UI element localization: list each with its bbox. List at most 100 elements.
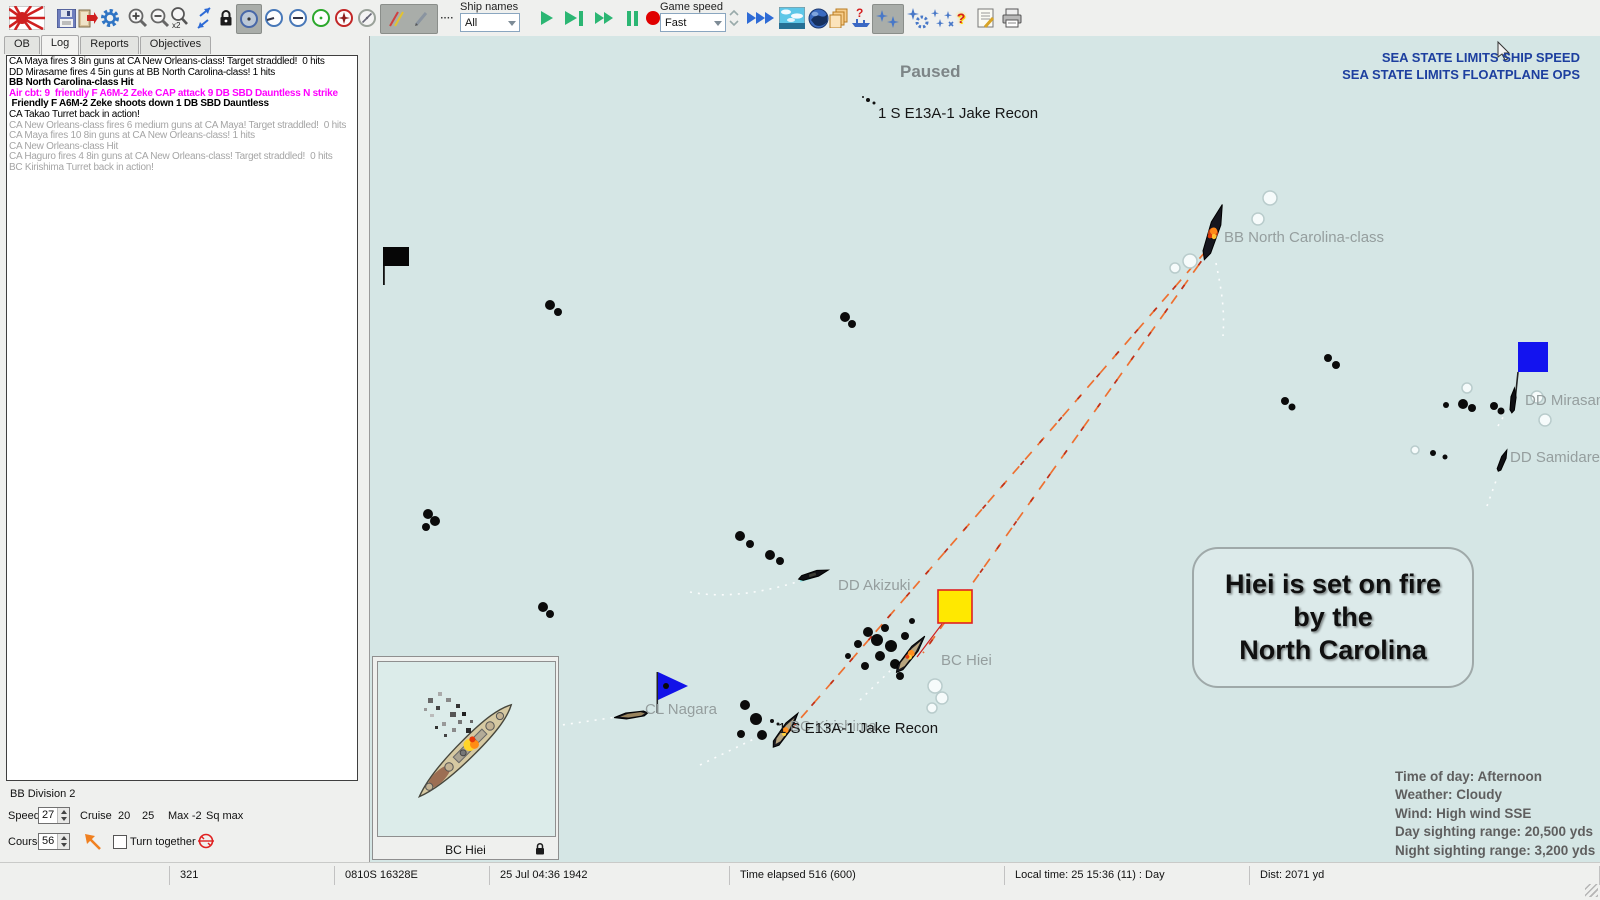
- game-window: x2: [0, 0, 1600, 900]
- weather-icon[interactable]: [778, 4, 806, 32]
- tactical-map[interactable]: Paused SEA STATE LIMITS SHIP SPEED SEA S…: [370, 36, 1600, 862]
- turn-together-checkbox[interactable]: [113, 835, 127, 849]
- status-segment: 25 Jul 04:36 1942: [490, 866, 730, 885]
- ship-label[interactable]: DD Samidare: [1510, 449, 1600, 466]
- ship-label[interactable]: BC Hiei: [941, 652, 992, 669]
- cruise-label: Cruise: [80, 810, 112, 822]
- recon-unit-label[interactable]: 1 S E13A-1 Jake Recon: [878, 105, 1038, 122]
- ship-detail-picture: [377, 661, 556, 837]
- target-square[interactable]: [938, 590, 972, 623]
- view-circle-bearing-icon[interactable]: [262, 4, 286, 32]
- ship-label[interactable]: DD Akizuki: [838, 577, 911, 594]
- hiei-smoke: [424, 692, 473, 737]
- ship-id-help-icon[interactable]: ?: [849, 4, 873, 32]
- settings-gear-icon[interactable]: [98, 4, 122, 32]
- svg-text:?: ?: [856, 6, 863, 20]
- view-circle-green-icon[interactable]: [309, 4, 333, 32]
- speed-label: Speed: [8, 810, 40, 822]
- split-arrows-icon[interactable]: [192, 4, 216, 32]
- resize-grip[interactable]: [1585, 884, 1598, 897]
- division-panel: BB Division 2 Speed 27 Cruise 20 25 Max …: [0, 783, 369, 862]
- lock-icon[interactable]: [214, 4, 238, 32]
- view-circle-compass-icon[interactable]: [355, 4, 379, 32]
- main-toolbar: x2: [0, 0, 1600, 37]
- ship-label[interactable]: DD Mirasame: [1525, 392, 1600, 409]
- black-flag[interactable]: [383, 247, 409, 285]
- log-entry: CA Takao Turret back in action!: [9, 110, 357, 121]
- status-segment: Local time: 25 15:36 (11) : Day: [1005, 866, 1250, 885]
- speed-up-button[interactable]: [58, 808, 69, 816]
- callout-line: by the: [1293, 601, 1373, 634]
- game-speed-dropdown[interactable]: Fast: [660, 13, 726, 32]
- target-reticle-icon[interactable]: [196, 831, 216, 851]
- tab-reports[interactable]: Reports: [80, 36, 139, 54]
- environment-line: Night sighting range: 3,200 yds: [1395, 842, 1595, 860]
- tab-log[interactable]: Log: [41, 35, 79, 55]
- print-icon[interactable]: [1000, 4, 1024, 32]
- japanese-ensign-icon: [8, 4, 46, 32]
- air-panel-icon[interactable]: [872, 4, 904, 34]
- lock-icon[interactable]: [534, 842, 546, 856]
- globe-icon[interactable]: [806, 4, 830, 32]
- status-segment: 321: [170, 866, 335, 885]
- ship-dd-akizuki[interactable]: [798, 567, 829, 582]
- course-up-button[interactable]: [58, 834, 69, 842]
- course-down-button[interactable]: [58, 842, 69, 850]
- game-speed-label: Game speed: [660, 1, 723, 13]
- play-interval-button[interactable]: [560, 4, 588, 32]
- turn-together-label: Turn together: [130, 836, 196, 848]
- status-segment: Time elapsed 516 (600): [730, 866, 1005, 885]
- speed-stepper[interactable]: 27: [38, 807, 70, 824]
- ship-names-value: All: [465, 17, 477, 29]
- log-entry: CA Maya fires 3 8in guns at CA New Orlea…: [9, 57, 357, 68]
- course-value: 56: [39, 834, 57, 849]
- trail-dots-icon[interactable]: ····: [438, 4, 456, 32]
- save-icon[interactable]: [54, 4, 78, 32]
- combat-log[interactable]: CA Maya fires 3 8in guns at CA New Orlea…: [6, 55, 358, 781]
- fast-forward-button[interactable]: [590, 4, 618, 32]
- triple-fast-forward-button[interactable]: [744, 4, 776, 32]
- view-circle-air-icon[interactable]: [332, 4, 356, 32]
- recon-unit-label[interactable]: 1 S E13A-1 Jake Recon: [778, 720, 938, 737]
- chevron-down-icon: [508, 21, 516, 26]
- zoom-in-icon[interactable]: [126, 4, 150, 32]
- ship-detail-inset[interactable]: BC Hiei: [372, 656, 559, 860]
- ship-label[interactable]: CL Nagara: [645, 701, 717, 718]
- air-ops-gear-icon[interactable]: [906, 4, 930, 32]
- exit-icon[interactable]: [76, 4, 100, 32]
- division-title: BB Division 2: [10, 788, 75, 800]
- torpedo-tracks-icon[interactable]: [385, 7, 409, 31]
- zoom-x2-icon[interactable]: x2: [168, 4, 192, 32]
- status-bar: 3210810S 16328E25 Jul 04:36 1942Time ela…: [0, 862, 1600, 900]
- recon-plane-marker[interactable]: [770, 96, 876, 726]
- ship-label[interactable]: BB North Carolina-class: [1224, 229, 1384, 246]
- notes-icon[interactable]: [974, 4, 998, 32]
- ship-bb-north-carolina[interactable]: [1200, 203, 1227, 261]
- status-segment: Dist: 2071 yd: [1250, 866, 1600, 885]
- ship-wakes: [555, 263, 1506, 765]
- view-circle-selected-icon[interactable]: [236, 4, 262, 34]
- callout-line: North Carolina: [1239, 634, 1427, 667]
- event-callout: Hiei is set on fire by the North Carolin…: [1192, 547, 1474, 688]
- course-stepper[interactable]: 56: [38, 833, 70, 850]
- ship-dd-samidare[interactable]: [1496, 449, 1509, 472]
- svg-text:x2: x2: [172, 21, 181, 30]
- speed-spinner-icon[interactable]: [728, 4, 740, 32]
- tab-objectives[interactable]: Objectives: [140, 36, 211, 54]
- sea-state-ship-speed: SEA STATE LIMITS SHIP SPEED: [1342, 49, 1580, 66]
- pencil-icon[interactable]: [409, 7, 433, 31]
- view-circle-minus-icon[interactable]: [286, 4, 310, 32]
- speed-down-button[interactable]: [58, 816, 69, 824]
- sea-state-warnings: SEA STATE LIMITS SHIP SPEED SEA STATE LI…: [1342, 49, 1580, 83]
- play-button[interactable]: [535, 4, 559, 32]
- speed-value: 27: [39, 808, 57, 823]
- ship-cl-nagara[interactable]: [614, 710, 649, 721]
- tab-ob[interactable]: OB: [4, 36, 40, 54]
- side-panel: OBLogReportsObjectives CA Maya fires 3 8…: [0, 36, 370, 862]
- cruise-speed-20: 20: [118, 810, 130, 822]
- ship-names-dropdown[interactable]: All: [460, 13, 520, 32]
- log-entry: BC Kirishima Turret back in action!: [9, 163, 357, 174]
- help-icon[interactable]: ?: [952, 4, 970, 32]
- ship-bc-hiei[interactable]: [893, 634, 928, 675]
- ship-names-label: Ship names: [460, 1, 518, 13]
